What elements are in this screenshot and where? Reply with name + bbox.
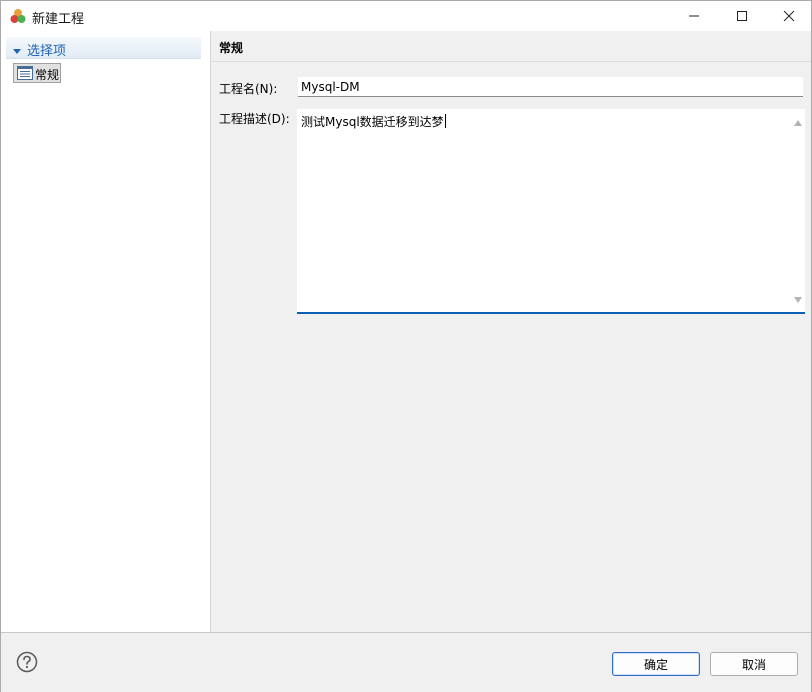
app-icon <box>10 8 26 24</box>
project-desc-textarea[interactable]: 测试Mysql数据迁移到达梦 <box>297 109 805 314</box>
project-name-label: 工程名(N): <box>219 82 278 96</box>
help-button[interactable] <box>16 651 38 673</box>
maximize-button[interactable] <box>719 1 765 31</box>
scroll-down-icon[interactable] <box>794 292 802 306</box>
text-caret <box>444 114 446 128</box>
minimize-icon <box>689 15 699 17</box>
title-bar[interactable]: 新建工程 <box>1 1 811 31</box>
ok-button[interactable]: 确定 <box>612 652 700 676</box>
dialog-window: 新建工程 选择项 常规 常规 工程名(N): Mysql-DM 工程描述(D):… <box>0 0 812 692</box>
expand-arrow-icon[interactable] <box>13 44 21 58</box>
project-desc-label: 工程描述(D): <box>219 112 290 126</box>
maximize-icon <box>737 11 747 21</box>
help-icon <box>16 651 38 673</box>
section-divider <box>211 61 811 62</box>
list-page-icon <box>17 66 33 83</box>
tree-header[interactable]: 选择项 <box>6 37 201 59</box>
scroll-up-icon[interactable] <box>794 115 802 129</box>
tree-item-general[interactable]: 常规 <box>13 63 61 83</box>
project-desc-text: 测试Mysql数据迁移到达梦 <box>301 115 444 129</box>
tree-item-label: 常规 <box>35 68 60 82</box>
settings-panel: 常规 工程名(N): 工程描述(D): 测试Mysql数据迁移到达梦 <box>211 31 811 632</box>
project-name-input[interactable] <box>298 77 803 97</box>
window-title: 新建工程 <box>32 12 85 27</box>
desc-scrollbar[interactable] <box>791 109 805 312</box>
section-title: 常规 <box>219 41 244 55</box>
minimize-button[interactable] <box>671 1 717 31</box>
close-icon <box>783 10 795 22</box>
options-tree-panel: 选择项 常规 <box>1 31 211 632</box>
cancel-button[interactable]: 取消 <box>710 652 798 676</box>
close-button[interactable] <box>766 1 812 31</box>
tree-header-label: 选择项 <box>27 44 67 59</box>
dialog-footer: 确定 取消 <box>1 632 811 692</box>
